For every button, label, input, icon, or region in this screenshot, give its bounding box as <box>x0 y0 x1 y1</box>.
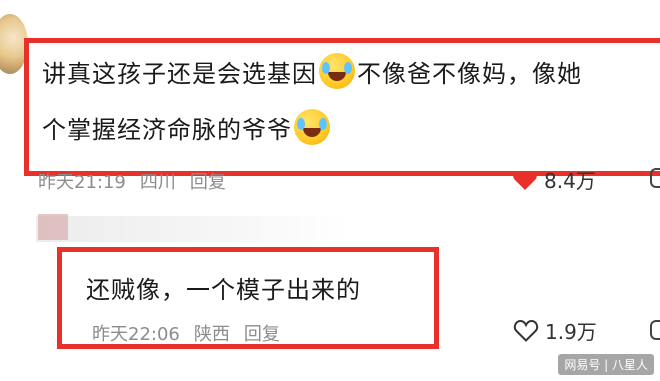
comment-text-line1: 讲真这孩子还是会选基因 不像爸不像妈，像她 <box>42 50 582 98</box>
heart-outline-icon <box>513 319 539 342</box>
reply-location: 陕西 <box>193 324 230 345</box>
reply-time: 昨天22:06 <box>92 324 180 345</box>
more-options-icon[interactable] <box>650 320 660 340</box>
comment-text-line2: 个掌握经济命脉的爷爷 <box>42 106 332 154</box>
comment-time: 昨天21:19 <box>38 172 126 193</box>
comment-text-part2: 不像爸不像妈，像她 <box>357 60 582 88</box>
comment-text-part1: 讲真这孩子还是会选基因 <box>42 60 317 88</box>
reply-reply-button[interactable]: 回复 <box>244 324 280 345</box>
rolling-laughing-emoji-icon <box>294 109 330 145</box>
reply-text: 还贼像，一个模子出来的 <box>86 276 361 304</box>
reply-header-blur <box>36 216 351 242</box>
comment-text-part3: 个掌握经济命脉的爷爷 <box>42 116 292 144</box>
reply-like-button[interactable]: 1.9万 <box>513 316 597 345</box>
comment-reply-button[interactable]: 回复 <box>190 173 226 193</box>
more-options-icon[interactable] <box>650 168 660 188</box>
heart-filled-icon <box>513 171 537 190</box>
comment-location: 四川 <box>139 172 176 193</box>
reply-like-count: 1.9万 <box>545 320 597 344</box>
watermark: 网易号 | 八星人 <box>558 354 654 375</box>
reply-meta: 昨天22:06 陕西 回复 <box>92 320 294 346</box>
reply-avatar[interactable] <box>38 214 68 240</box>
laughing-crying-emoji-icon <box>319 53 355 89</box>
